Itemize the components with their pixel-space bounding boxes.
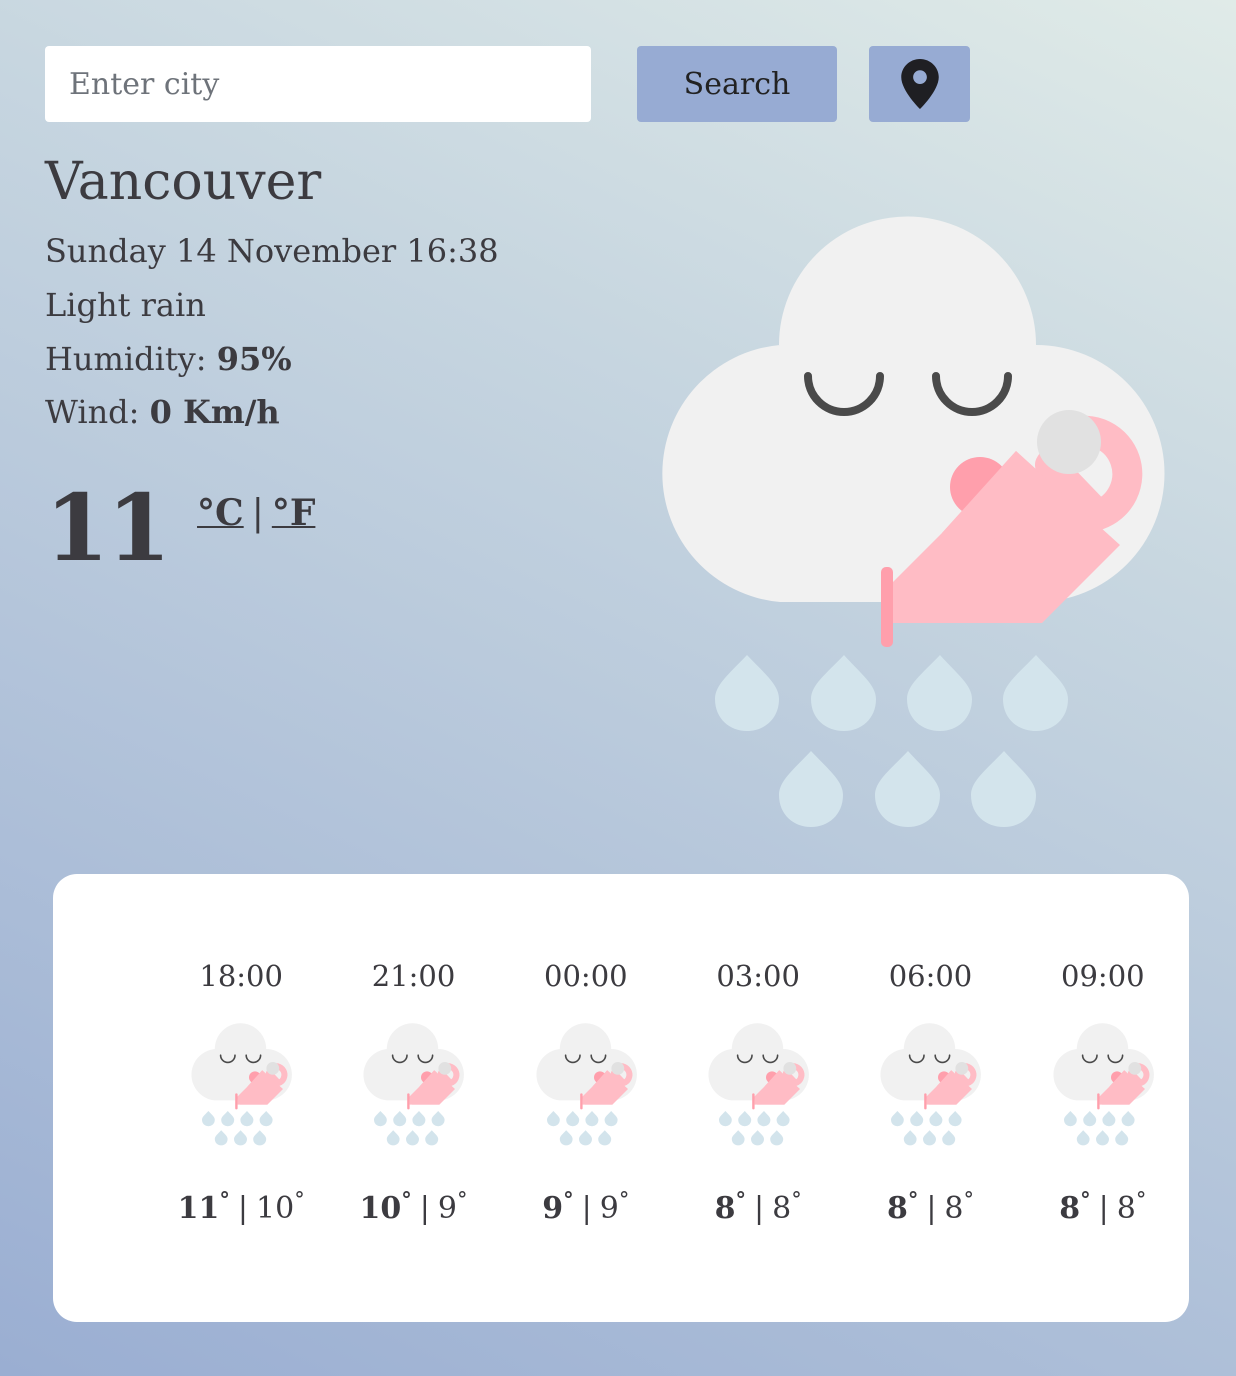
- temp-separator: |: [1098, 1191, 1109, 1226]
- unit-toggle: °C | °F: [197, 492, 315, 534]
- forecast-temperatures: 10° | 9°: [360, 1187, 468, 1226]
- temperature-value: 11: [45, 474, 171, 582]
- wind: Wind: 0 Km/h: [45, 393, 280, 431]
- search-input[interactable]: [45, 46, 591, 122]
- light-rain-cloud-icon: [361, 1023, 465, 1147]
- temp-separator: |: [926, 1191, 937, 1226]
- forecast-min-temp: 9°: [437, 1188, 468, 1226]
- forecast-item: 18:00 11° | 10°: [155, 954, 327, 1226]
- forecast-time: 09:00: [1061, 959, 1145, 993]
- celsius-link[interactable]: °C: [197, 492, 244, 534]
- forecast-time: 03:00: [716, 959, 800, 993]
- forecast-max-temp: 8°: [714, 1187, 746, 1226]
- wind-label: Wind:: [45, 393, 140, 431]
- forecast-panel: 18:00 11° | 10° 21:00 10° | 9° 00:00 9° | 9° 03:00 8°…: [53, 874, 1189, 1322]
- forecast-temperatures: 9° | 9°: [542, 1187, 629, 1226]
- light-rain-cloud-icon: [534, 1023, 638, 1147]
- humidity-value: 95%: [216, 340, 292, 378]
- forecast-min-temp: 9°: [599, 1188, 630, 1226]
- forecast-item: 09:00 8° | 8°: [1017, 954, 1189, 1226]
- forecast-item: 06:00 8° | 8°: [844, 954, 1016, 1226]
- forecast-item: 21:00 10° | 9°: [327, 954, 499, 1226]
- temp-separator: |: [581, 1191, 592, 1226]
- light-rain-cloud-icon: [189, 1023, 293, 1147]
- forecast-list: 18:00 11° | 10° 21:00 10° | 9° 00:00 9° | 9° 03:00 8°…: [53, 954, 1189, 1226]
- forecast-max-temp: 8°: [886, 1187, 919, 1226]
- temp-separator: |: [237, 1191, 248, 1226]
- humidity-label: Humidity:: [45, 340, 207, 378]
- forecast-temperatures: 8° | 8°: [1059, 1187, 1146, 1226]
- forecast-time: 00:00: [544, 959, 628, 993]
- forecast-time: 21:00: [371, 959, 456, 993]
- current-location-button[interactable]: [869, 46, 970, 122]
- forecast-temperatures: 8° | 8°: [715, 1187, 802, 1226]
- forecast-item: 00:00 9° | 9°: [500, 954, 672, 1226]
- light-rain-cloud-icon: [1051, 1023, 1155, 1147]
- humidity: Humidity: 95%: [45, 340, 292, 378]
- forecast-min-temp: 8°: [772, 1188, 802, 1226]
- forecast-max-temp: 9°: [542, 1187, 574, 1226]
- forecast-time: 06:00: [888, 959, 973, 993]
- fahrenheit-link[interactable]: °F: [272, 492, 316, 534]
- map-pin-icon: [900, 59, 939, 109]
- date-time: Sunday 14 November 16:38: [45, 232, 499, 270]
- light-rain-cloud-icon: [706, 1023, 810, 1147]
- current-temperature: 11 °C | °F: [45, 474, 315, 582]
- forecast-max-temp: 11°: [177, 1187, 230, 1226]
- forecast-max-temp: 10°: [359, 1187, 412, 1226]
- light-rain-cloud-icon: [878, 1023, 982, 1147]
- forecast-temperatures: 8° | 8°: [887, 1187, 974, 1226]
- city-name: Vancouver: [45, 152, 322, 212]
- forecast-max-temp: 8°: [1059, 1187, 1091, 1226]
- forecast-min-temp: 10°: [256, 1188, 305, 1226]
- search-button[interactable]: Search: [637, 46, 837, 122]
- wind-value: 0 Km/h: [149, 393, 280, 431]
- forecast-min-temp: 8°: [944, 1188, 975, 1226]
- forecast-time: 18:00: [199, 959, 283, 993]
- temp-separator: |: [419, 1191, 430, 1226]
- forecast-min-temp: 8°: [1116, 1188, 1147, 1226]
- light-rain-cloud-icon: [650, 215, 1170, 835]
- forecast-item: 03:00 8° | 8°: [672, 954, 844, 1226]
- temp-separator: |: [753, 1191, 765, 1226]
- forecast-temperatures: 11° | 10°: [178, 1187, 305, 1226]
- unit-separator: |: [251, 493, 264, 534]
- weather-description: Light rain: [45, 286, 206, 324]
